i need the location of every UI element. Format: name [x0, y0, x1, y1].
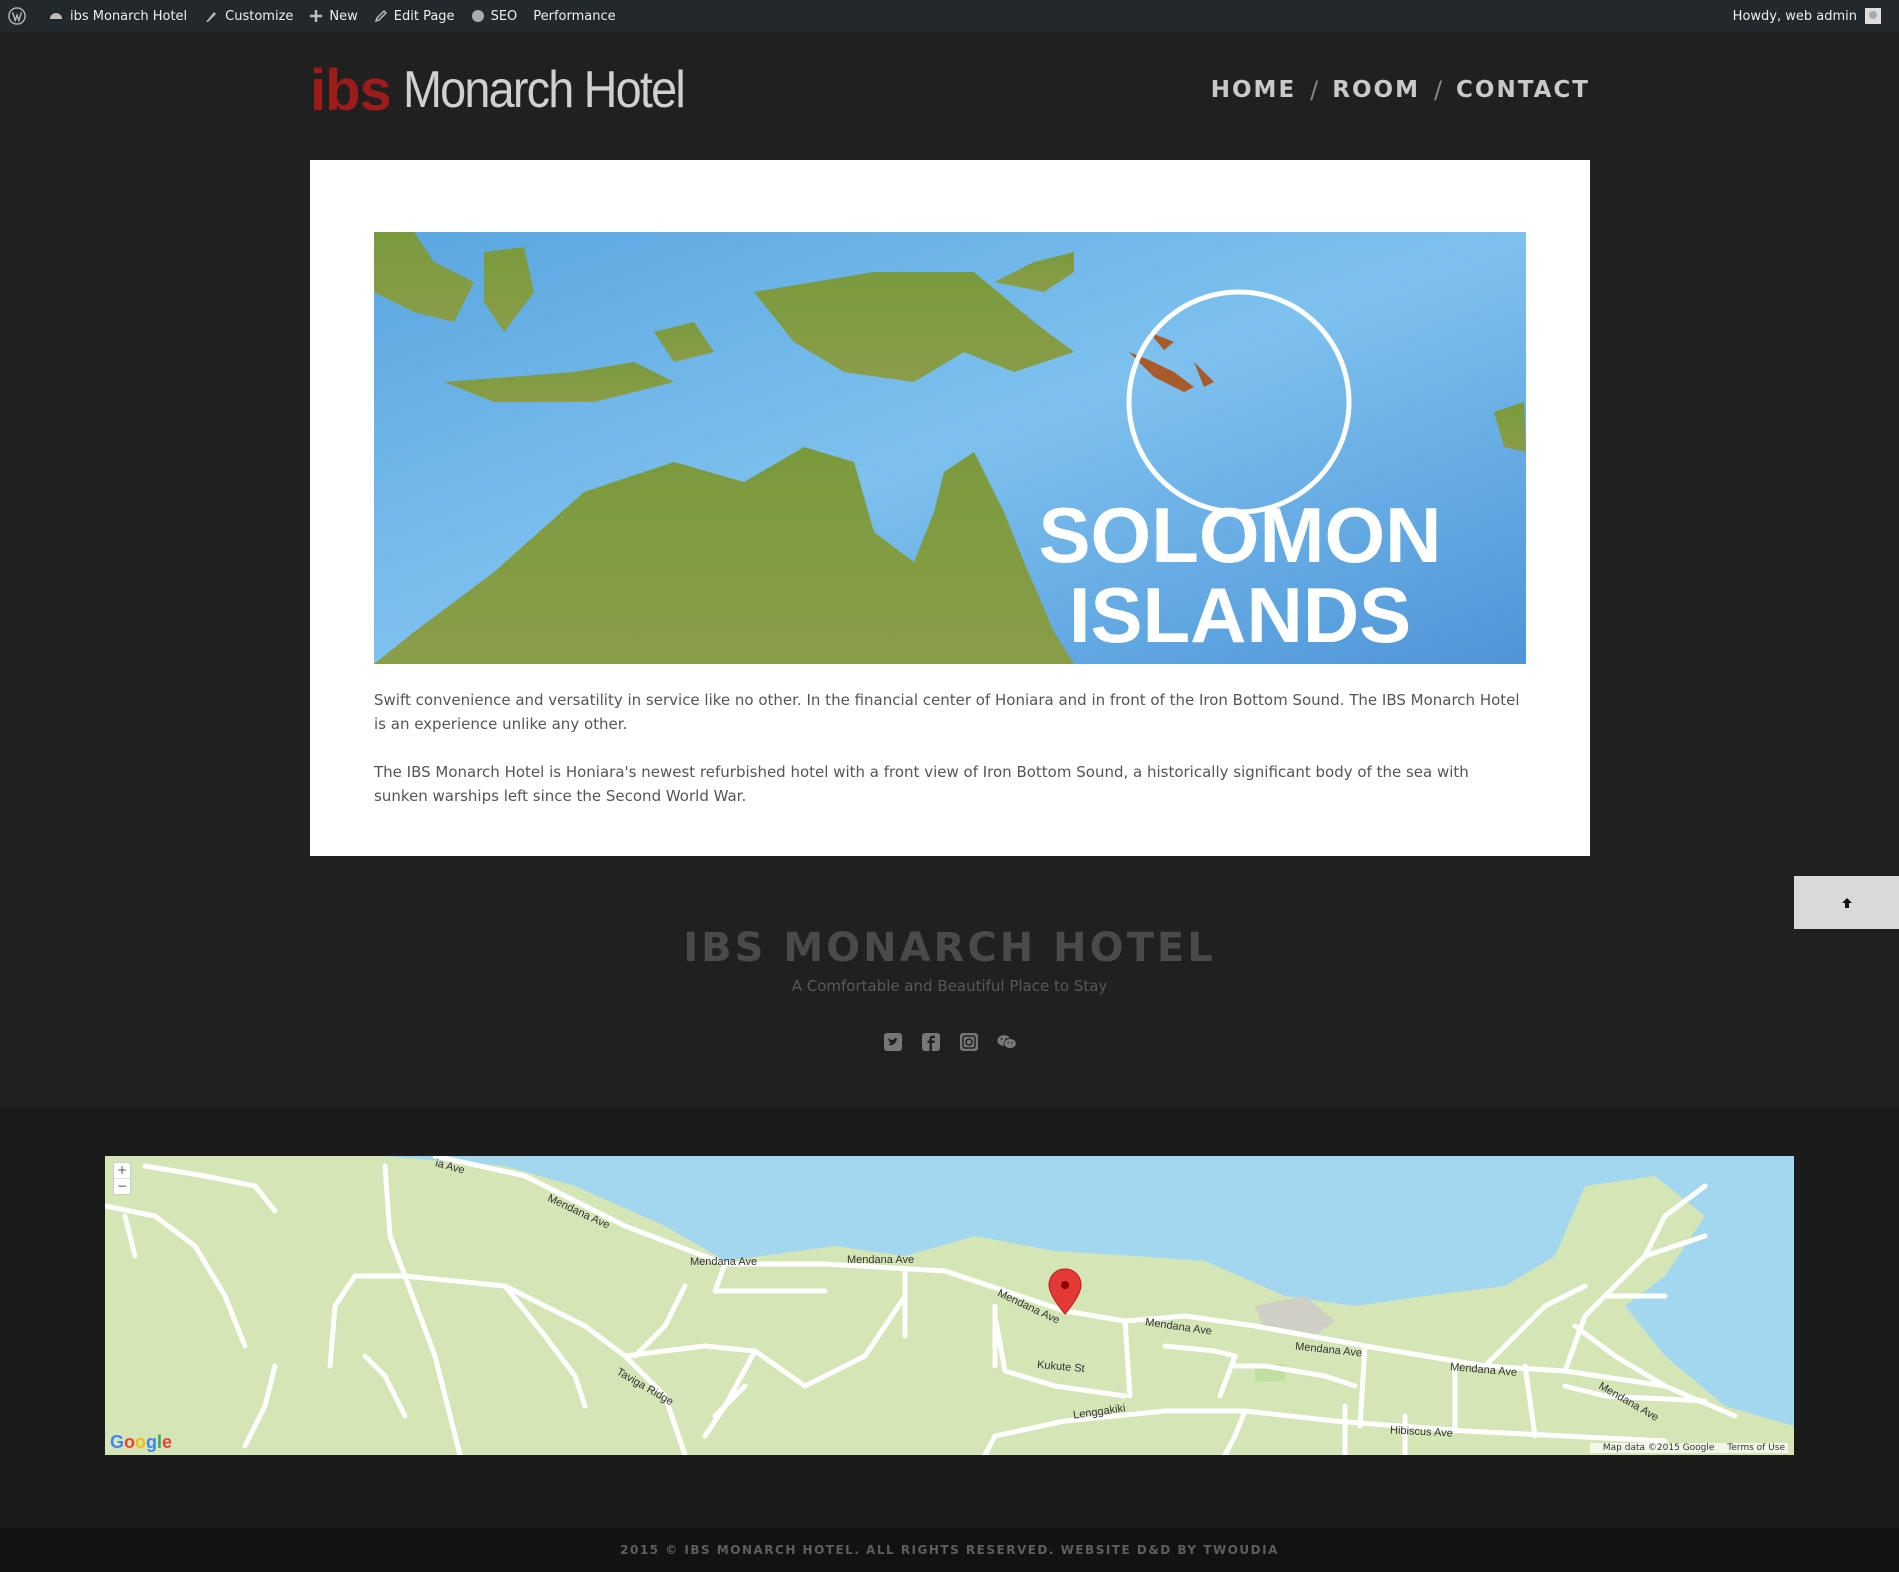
performance-link[interactable]: Performance [525, 0, 623, 32]
solomon-islands-map-image: SOLOMON ISLANDS [374, 232, 1526, 664]
edit-page-link[interactable]: Edit Page [366, 0, 463, 32]
logo-accent: ibs [310, 57, 392, 123]
scroll-to-top-button[interactable] [1794, 876, 1899, 929]
map-attribution: Map data ©2015 Google Terms of Use [1589, 1443, 1788, 1453]
zoom-in-button[interactable]: + [114, 1163, 130, 1178]
road-label: Mendana Ave [847, 1254, 915, 1266]
hero-image: SOLOMON ISLANDS [374, 232, 1526, 664]
site-name-link[interactable]: ibs Monarch Hotel [40, 0, 195, 32]
nav-separator: / [1310, 76, 1319, 104]
edit-page-label: Edit Page [393, 8, 455, 24]
google-logo[interactable]: Google [110, 1432, 172, 1453]
admin-bar: ibs Monarch Hotel Customize New Edit Pag… [0, 0, 1899, 32]
customize-label: Customize [225, 8, 294, 24]
arrow-up-icon [1841, 897, 1852, 908]
twitter-icon[interactable] [883, 1032, 903, 1052]
seo-label: SEO [490, 8, 518, 24]
map-data-label: Map data ©2015 Google [1602, 1443, 1715, 1453]
social-links [0, 1032, 1899, 1052]
new-link[interactable]: New [301, 0, 365, 32]
logo-name: Monarch Hotel [402, 61, 686, 119]
wordpress-icon [8, 7, 26, 25]
user-greeting: Howdy, web admin [1732, 8, 1857, 24]
avatar [1865, 8, 1881, 24]
footer-tagline: A Comfortable and Beautiful Place to Sta… [791, 977, 1108, 995]
nav-room[interactable]: ROOM [1332, 77, 1420, 103]
new-label: New [329, 8, 358, 24]
zoom-out-button[interactable]: − [114, 1178, 130, 1194]
user-menu[interactable]: Howdy, web admin [1733, 8, 1899, 24]
wordpress-logo-button[interactable] [0, 0, 40, 32]
map-zoom-control: + − [113, 1162, 131, 1195]
copyright-bar: 2015 © IBS MONARCH HOTEL. ALL RIGHTS RES… [0, 1528, 1899, 1572]
site-logo[interactable]: ibs Monarch Hotel [310, 57, 715, 123]
nav-home[interactable]: HOME [1211, 77, 1296, 103]
nav-contact[interactable]: CONTACT [1456, 77, 1590, 103]
main-nav: HOME / ROOM / CONTACT [1211, 76, 1590, 104]
map-tiles [105, 1156, 1794, 1455]
instagram-icon[interactable] [959, 1032, 979, 1052]
hero-title-line1: SOLOMON [1039, 491, 1442, 579]
content-card: SOLOMON ISLANDS Swift convenience and ve… [310, 160, 1590, 856]
site-name-label: ibs Monarch Hotel [70, 8, 188, 24]
terms-of-use-link[interactable]: Terms of Use [1727, 1443, 1785, 1453]
seo-link[interactable]: SEO [463, 0, 526, 32]
hero-title-line2: ISLANDS [1069, 571, 1411, 659]
map-section: ia Ave Mendana Ave Mendana Ave Mendana A… [0, 1108, 1899, 1528]
pencil-icon [374, 9, 387, 23]
nav-separator: / [1433, 76, 1443, 104]
google-map[interactable]: ia Ave Mendana Ave Mendana Ave Mendana A… [105, 1156, 1794, 1455]
copyright-text: 2015 © IBS MONARCH HOTEL. ALL RIGHTS RES… [620, 1543, 1279, 1557]
brush-icon [206, 12, 217, 22]
footer-title: IBS MONARCH HOTEL [683, 925, 1216, 971]
customize-link[interactable]: Customize [195, 0, 301, 32]
facebook-icon[interactable] [921, 1032, 941, 1052]
dashboard-icon [50, 13, 62, 19]
wechat-icon[interactable] [996, 1032, 1017, 1052]
history-paragraph: The IBS Monarch Hotel is Honiara's newes… [374, 763, 1469, 805]
road-label: Mendana Ave [690, 1256, 758, 1268]
site-header: ibs Monarch Hotel HOME / ROOM / CONTACT [310, 57, 1590, 123]
performance-label: Performance [533, 8, 616, 24]
footer-brand: IBS MONARCH HOTEL A Comfortable and Beau… [0, 925, 1899, 995]
plus-icon [310, 10, 323, 22]
seo-status-icon [471, 10, 484, 22]
intro-paragraph: Swift convenience and versatility in ser… [374, 691, 1520, 733]
